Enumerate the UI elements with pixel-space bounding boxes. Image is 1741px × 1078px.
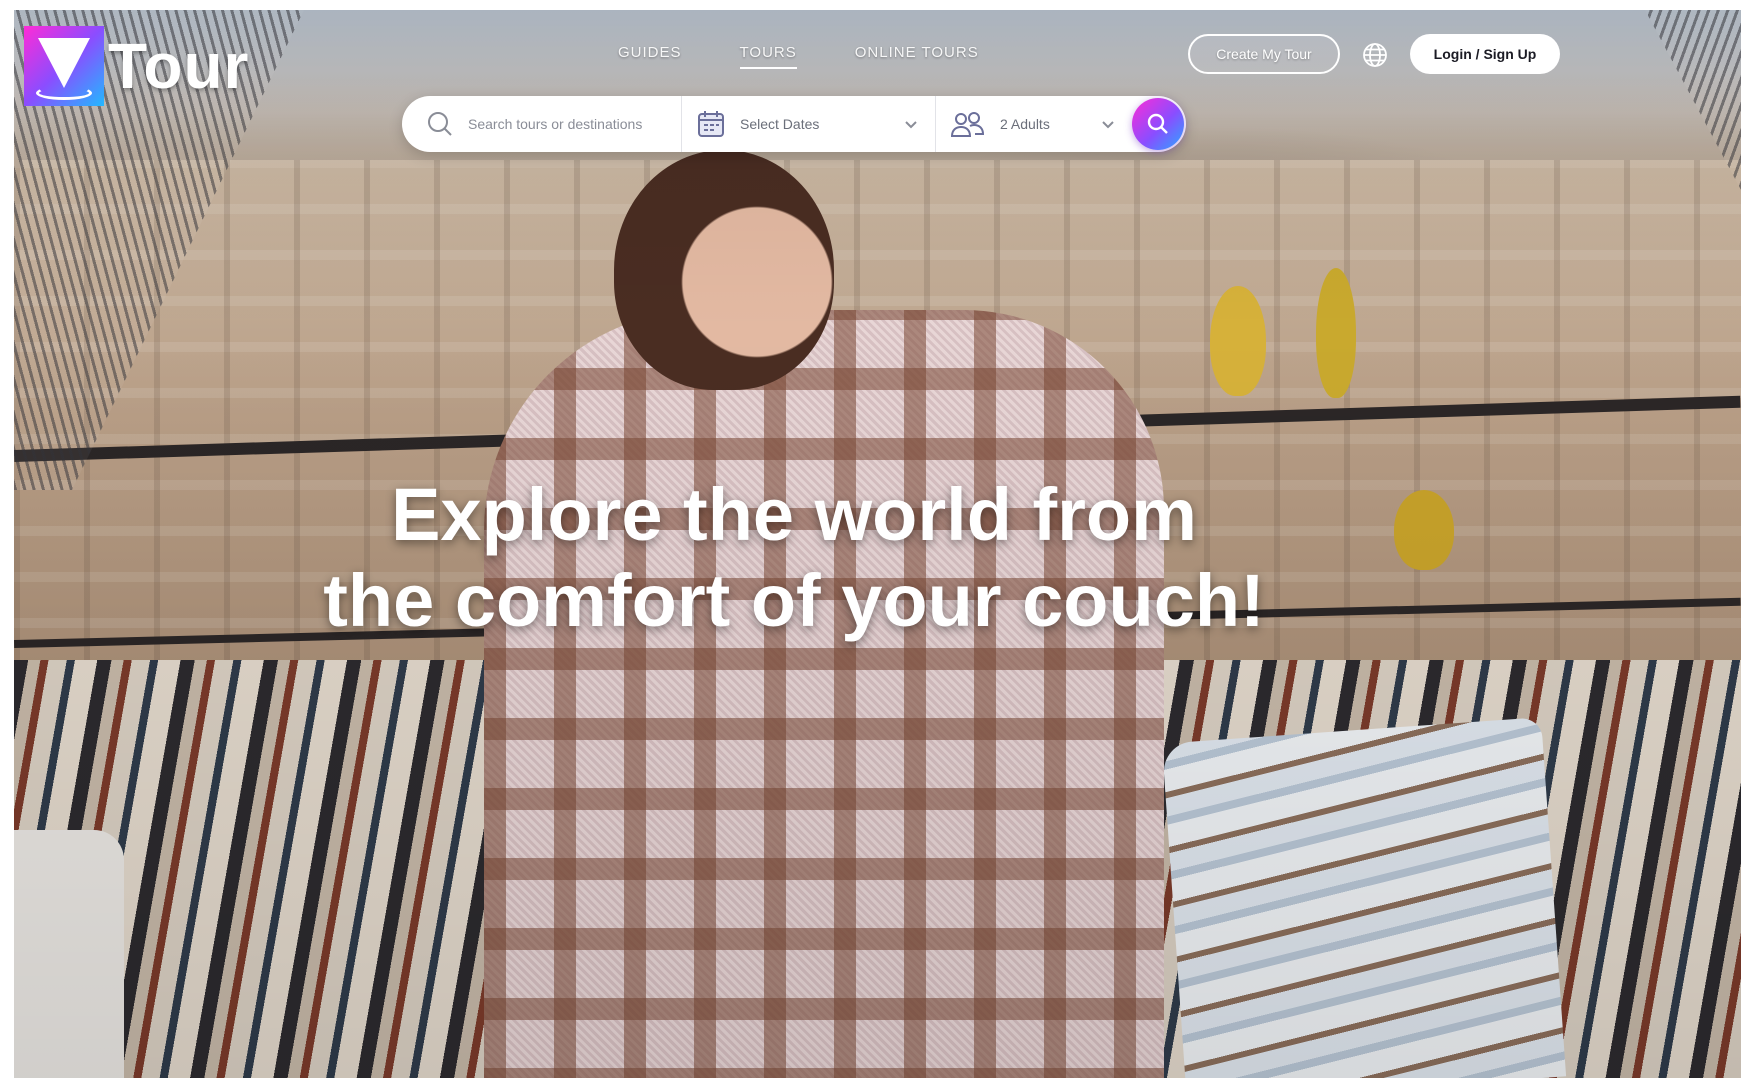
brand-logo[interactable]: Tour — [24, 26, 249, 106]
search-icon — [1147, 113, 1168, 134]
nav-guides[interactable]: GUIDES — [618, 44, 682, 69]
screenshot-frame: Tour GUIDES TOURS ONLINE TOURS Create My… — [14, 10, 1741, 1078]
date-selector[interactable]: Select Dates — [682, 96, 936, 152]
create-my-tour-button[interactable]: Create My Tour — [1188, 34, 1340, 74]
destination-search[interactable] — [402, 96, 682, 152]
search-icon — [426, 110, 454, 138]
dates-label: Select Dates — [740, 116, 820, 132]
language-selector[interactable] — [1360, 40, 1390, 70]
hero-headline: Explore the world from the comfort of yo… — [14, 472, 1574, 644]
chevron-down-icon — [1100, 116, 1116, 135]
search-bar: Select Dates 2 Adults — [402, 96, 1186, 152]
guest-selector[interactable]: 2 Adults — [936, 96, 1132, 152]
main-nav: GUIDES TOURS ONLINE TOURS — [618, 44, 979, 69]
login-signup-button[interactable]: Login / Sign Up — [1410, 34, 1560, 74]
search-submit-button[interactable] — [1132, 98, 1184, 150]
globe-icon — [1363, 43, 1387, 67]
logo-mark-icon — [24, 26, 104, 106]
people-icon — [950, 110, 986, 138]
nav-tours[interactable]: TOURS — [739, 44, 797, 69]
brand-name: Tour — [108, 30, 250, 102]
hero-headline-line-1: Explore the world from — [391, 473, 1197, 556]
guests-label: 2 Adults — [1000, 116, 1050, 132]
hero-headline-line-2: the comfort of your couch! — [323, 559, 1265, 642]
search-input[interactable] — [468, 116, 648, 132]
calendar-icon — [696, 109, 726, 139]
chevron-down-icon — [903, 116, 919, 135]
nav-online-tours[interactable]: ONLINE TOURS — [855, 44, 979, 69]
